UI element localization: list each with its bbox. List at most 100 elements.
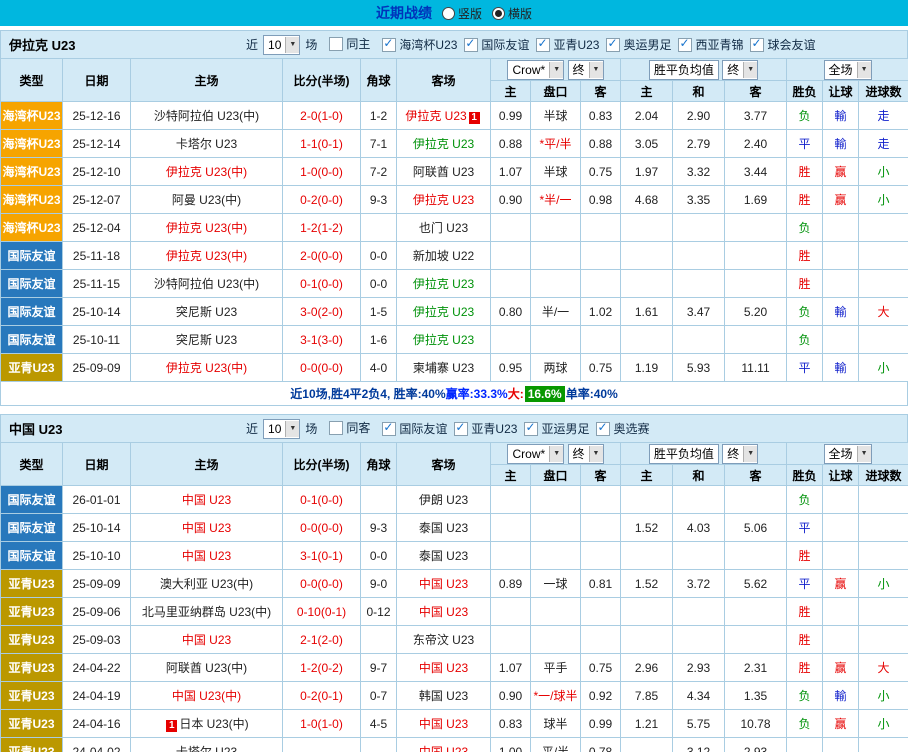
date-cell: 24-04-16	[63, 710, 131, 738]
team-link[interactable]: 突尼斯 U23	[176, 333, 237, 347]
team-link[interactable]: 伊拉克 U23(中)	[166, 361, 247, 375]
team-link[interactable]: 阿曼 U23(中)	[172, 193, 241, 207]
score-link[interactable]: 2-1(2-0)	[300, 633, 343, 647]
avg-time-select[interactable]: 终▼	[722, 60, 758, 80]
team-link[interactable]: 中国 U23	[182, 493, 231, 507]
team-link[interactable]: 伊拉克 U23	[413, 333, 474, 347]
score-link[interactable]: 1-0(1-0)	[300, 717, 343, 731]
competition-checkbox[interactable]: 奥选赛	[596, 420, 649, 437]
score-link[interactable]: 0-1(0-0)	[300, 493, 343, 507]
same-side-checkbox[interactable]: 同主	[329, 35, 370, 52]
team-link[interactable]: 柬埔寨 U23	[413, 361, 474, 375]
team-link[interactable]: 沙特阿拉伯 U23(中)	[154, 277, 259, 291]
score-link[interactable]: 1-0(0-0)	[300, 165, 343, 179]
team-link[interactable]: 阿联酋 U23	[413, 165, 474, 179]
team-link[interactable]: 伊拉克 U23(中)	[166, 165, 247, 179]
corner-cell: 0-0	[361, 270, 397, 298]
team-link[interactable]: 伊拉克 U23	[413, 193, 474, 207]
score-link[interactable]: 1-2(0-2)	[300, 661, 343, 675]
col-header-avg-draw: 和	[673, 465, 725, 486]
team-link[interactable]: 伊拉克 U23(中)	[166, 249, 247, 263]
team-link[interactable]: 伊朗 U23	[419, 493, 468, 507]
competition-checkbox[interactable]: 国际友谊	[464, 36, 529, 53]
team-link[interactable]: 也门 U23	[419, 221, 468, 235]
team-link[interactable]: 阿联酋 U23(中)	[166, 661, 247, 675]
team-link[interactable]: 日本 U23(中)	[179, 717, 248, 731]
team-link[interactable]: 北马里亚纳群岛 U23(中)	[142, 605, 271, 619]
team-link[interactable]: 突尼斯 U23	[176, 305, 237, 319]
competition-checkbox[interactable]: 亚青U23	[536, 36, 599, 53]
away-team-cell: 伊拉克 U23	[397, 298, 491, 326]
team-link[interactable]: 中国 U23	[419, 745, 468, 752]
competition-checkbox[interactable]: 亚青U23	[454, 420, 517, 437]
recent-count-select[interactable]: 10▼	[263, 35, 300, 55]
handicap-away-odds-cell	[581, 626, 621, 654]
team-link[interactable]: 中国 U23(中)	[172, 689, 241, 703]
bookmaker-select[interactable]: Crow*▼	[507, 60, 564, 80]
home-team-cell: 伊拉克 U23(中)	[131, 354, 283, 382]
competition-checkbox[interactable]: 奥运男足	[606, 36, 671, 53]
score-link[interactable]: 1-1(0-1)	[300, 137, 343, 151]
date-cell: 25-09-06	[63, 598, 131, 626]
competition-checkbox[interactable]: 海湾杯U23	[382, 36, 457, 53]
team-link[interactable]: 中国 U23	[182, 549, 231, 563]
score-link[interactable]: 0-0(0-0)	[300, 361, 343, 375]
scope-select[interactable]: 全场▼	[824, 444, 872, 464]
team-link[interactable]: 沙特阿拉伯 U23(中)	[154, 109, 259, 123]
score-link[interactable]: 3-1(0-1)	[300, 549, 343, 563]
avg-home-odds-cell: 1.52	[621, 570, 673, 598]
team-link[interactable]: 中国 U23	[419, 661, 468, 675]
team-link[interactable]: 中国 U23	[419, 717, 468, 731]
team-link[interactable]: 泰国 U23	[419, 521, 468, 535]
score-cell: 1-1(0-1)	[283, 130, 361, 158]
team-link[interactable]: 伊拉克 U23	[405, 109, 466, 123]
score-link[interactable]: 0-10(0-1)	[297, 605, 346, 619]
score-link[interactable]: 0-2(0-0)	[300, 193, 343, 207]
team-link[interactable]: 澳大利亚 U23(中)	[160, 577, 253, 591]
competition-checkbox[interactable]: 西亚青锦	[678, 36, 743, 53]
team-link[interactable]: 韩国 U23	[419, 689, 468, 703]
score-link[interactable]: 2-0(0-0)	[300, 249, 343, 263]
score-link[interactable]: 0-0(0-0)	[300, 577, 343, 591]
score-link[interactable]: 3-0(2-0)	[300, 305, 343, 319]
team-link[interactable]: 伊拉克 U23	[413, 277, 474, 291]
score-cell: 1-2(1-2)	[283, 214, 361, 242]
avg-time-select[interactable]: 终▼	[722, 444, 758, 464]
team-link[interactable]: 中国 U23	[419, 577, 468, 591]
score-link[interactable]: 2-0(1-0)	[300, 109, 343, 123]
competition-checkbox[interactable]: 国际友谊	[382, 420, 447, 437]
result-cell: 负	[787, 682, 823, 710]
competition-checkbox[interactable]: 亚运男足	[524, 420, 589, 437]
layout-option-horizontal[interactable]: 横版	[492, 5, 532, 22]
team-link[interactable]: 伊拉克 U23	[413, 137, 474, 151]
team-link[interactable]: 卡塔尔 U23	[176, 745, 237, 752]
team-link[interactable]: 卡塔尔 U23	[176, 137, 237, 151]
score-link[interactable]: 0-0(0-0)	[300, 521, 343, 535]
avg-home-odds-cell: 1.97	[621, 158, 673, 186]
handicap-time-select[interactable]: 终▼	[568, 444, 604, 464]
score-link[interactable]: 0-1(0-0)	[300, 277, 343, 291]
team-link[interactable]: 泰国 U23	[419, 549, 468, 563]
team-link[interactable]: 中国 U23	[182, 633, 231, 647]
handicap-home-odds-cell	[491, 598, 531, 626]
col-header-goal-result: 进球数	[859, 465, 908, 486]
recent-count-select[interactable]: 10▼	[263, 419, 300, 439]
team-link[interactable]: 东帝汶 U23	[413, 633, 474, 647]
avg-type-select[interactable]: 胜平负均值	[649, 444, 719, 464]
competition-checkbox[interactable]: 球会友谊	[750, 36, 815, 53]
score-link[interactable]: 3-1(3-0)	[300, 333, 343, 347]
avg-type-select[interactable]: 胜平负均值	[649, 60, 719, 80]
team-link[interactable]: 伊拉克 U23(中)	[166, 221, 247, 235]
score-link[interactable]: 0-2(0-1)	[300, 689, 343, 703]
same-side-checkbox[interactable]: 同客	[329, 419, 370, 436]
col-header-handicap: 盘口	[531, 465, 581, 486]
scope-select[interactable]: 全场▼	[824, 60, 872, 80]
handicap-time-select[interactable]: 终▼	[568, 60, 604, 80]
team-link[interactable]: 中国 U23	[182, 521, 231, 535]
team-link[interactable]: 新加坡 U22	[413, 249, 474, 263]
layout-option-vertical[interactable]: 竖版	[442, 5, 482, 22]
score-link[interactable]: 1-2(1-2)	[300, 221, 343, 235]
team-link[interactable]: 中国 U23	[419, 605, 468, 619]
bookmaker-select[interactable]: Crow*▼	[507, 444, 564, 464]
team-link[interactable]: 伊拉克 U23	[413, 305, 474, 319]
